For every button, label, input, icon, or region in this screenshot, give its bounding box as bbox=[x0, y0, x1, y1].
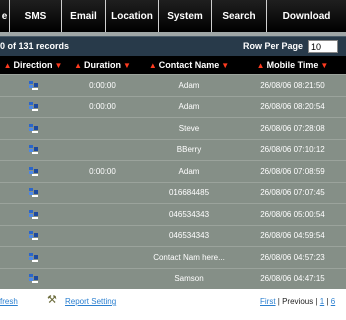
previous-label: Previous bbox=[282, 297, 314, 306]
records-bar: 0 of 131 records Row Per Page bbox=[0, 36, 346, 56]
pagination: First | Previous | 1 | 6 bbox=[260, 297, 335, 306]
nav-item-download[interactable]: Download bbox=[267, 0, 346, 32]
rows-per-page-input[interactable] bbox=[308, 40, 338, 53]
call-direction-icon[interactable] bbox=[28, 230, 39, 241]
table-row[interactable]: BBerry 26/08/06 07:10:12 bbox=[0, 138, 346, 161]
call-direction-icon[interactable] bbox=[28, 123, 39, 134]
column-contact-name-label: Contact Name bbox=[158, 60, 220, 70]
duration-cell bbox=[66, 226, 139, 246]
mobile-time-cell: 26/08/06 04:57:23 bbox=[260, 252, 325, 262]
duration-cell: 0:00:00 bbox=[89, 166, 116, 176]
mobile-time-cell: 26/08/06 04:47:15 bbox=[260, 274, 325, 283]
call-direction-icon[interactable] bbox=[28, 166, 39, 177]
column-direction[interactable]: ▲ Direction ▼ bbox=[0, 56, 66, 74]
nav-item-location[interactable]: Location bbox=[106, 0, 159, 32]
mobile-time-cell: 26/08/06 07:28:08 bbox=[260, 123, 325, 133]
direction-cell bbox=[0, 183, 66, 203]
nav-item-sms[interactable]: SMS bbox=[10, 0, 62, 32]
call-direction-icon[interactable] bbox=[28, 187, 39, 198]
table-row[interactable]: Samson 26/08/06 04:47:15 bbox=[0, 267, 346, 290]
column-mobile-time[interactable]: ▲ Mobile Time ▼ bbox=[239, 56, 346, 74]
call-direction-icon[interactable] bbox=[28, 209, 39, 220]
sort-up-icon[interactable]: ▲ bbox=[257, 61, 265, 70]
nav-item-search[interactable]: Search bbox=[212, 0, 267, 32]
contact-name-cell: Adam bbox=[178, 166, 200, 176]
contact-name-cell: Adam bbox=[178, 102, 200, 111]
duration-cell bbox=[66, 118, 139, 138]
report-setting-link[interactable]: Report Setting bbox=[65, 297, 116, 306]
duration-cell bbox=[66, 140, 139, 160]
direction-cell bbox=[0, 140, 66, 160]
nav-item-truncated[interactable]: e bbox=[0, 0, 10, 32]
contact-name-cell: 016684485 bbox=[168, 188, 210, 197]
contact-name-cell: 046534343 bbox=[168, 209, 210, 219]
direction-cell bbox=[0, 204, 66, 224]
call-direction-icon[interactable] bbox=[28, 101, 39, 112]
call-direction-icon[interactable] bbox=[28, 80, 39, 91]
nav-item-system[interactable]: System bbox=[159, 0, 212, 32]
mobile-time-cell: 26/08/06 05:00:54 bbox=[260, 209, 325, 219]
first-page-link[interactable]: First bbox=[260, 297, 276, 306]
table-row[interactable]: Contact Nam here... 26/08/06 04:57:23 bbox=[0, 246, 346, 268]
call-log-table: 0:00:00 Adam 26/08/06 08:21:50 0:00:00 A… bbox=[0, 74, 346, 289]
records-summary: 0 of 131 records bbox=[0, 41, 70, 51]
column-duration-label: Duration bbox=[84, 60, 121, 70]
nav-item-email[interactable]: Email bbox=[62, 0, 106, 32]
mobile-time-cell: 26/08/06 04:59:54 bbox=[260, 231, 325, 240]
column-direction-label: Direction bbox=[13, 60, 53, 70]
direction-cell bbox=[0, 247, 66, 267]
sort-down-icon[interactable]: ▼ bbox=[221, 61, 229, 70]
contact-name-cell: Steve bbox=[178, 123, 200, 133]
duration-cell bbox=[66, 247, 139, 267]
duration-cell bbox=[66, 204, 139, 224]
direction-cell bbox=[0, 269, 66, 289]
contact-name-cell: Adam bbox=[178, 80, 200, 90]
direction-cell bbox=[0, 75, 66, 95]
duration-cell bbox=[66, 183, 139, 203]
table-row[interactable]: 0:00:00 Adam 26/08/06 08:20:54 bbox=[0, 95, 346, 118]
contact-name-cell: Samson bbox=[174, 274, 204, 283]
rows-per-page-label: Row Per Page bbox=[243, 41, 304, 51]
table-row[interactable]: 046534343 26/08/06 04:59:54 bbox=[0, 224, 346, 247]
mobile-time-cell: 26/08/06 07:07:45 bbox=[260, 188, 325, 197]
column-contact-name[interactable]: ▲ Contact Name ▼ bbox=[139, 56, 239, 74]
call-direction-icon[interactable] bbox=[28, 252, 39, 263]
direction-cell bbox=[0, 161, 66, 181]
sort-down-icon[interactable]: ▼ bbox=[123, 61, 131, 70]
sort-up-icon[interactable]: ▲ bbox=[4, 61, 12, 70]
column-duration[interactable]: ▲ Duration ▼ bbox=[66, 56, 139, 74]
refresh-link[interactable]: fresh bbox=[0, 297, 18, 306]
mobile-time-cell: 26/08/06 07:10:12 bbox=[260, 145, 325, 154]
column-mobile-time-label: Mobile Time bbox=[266, 60, 319, 70]
mobile-time-cell: 26/08/06 08:20:54 bbox=[260, 102, 325, 111]
call-direction-icon[interactable] bbox=[28, 144, 39, 155]
table-footer: fresh ⚒ Report Setting First | Previous … bbox=[0, 289, 346, 320]
contact-name-cell: BBerry bbox=[176, 145, 202, 154]
page-link[interactable]: 6 bbox=[331, 297, 335, 306]
direction-cell bbox=[0, 226, 66, 246]
sort-up-icon[interactable]: ▲ bbox=[149, 61, 157, 70]
duration-cell bbox=[66, 269, 139, 289]
table-row[interactable]: 0:00:00 Adam 26/08/06 07:08:59 bbox=[0, 160, 346, 182]
contact-name-cell: Contact Nam here... bbox=[153, 252, 225, 262]
duration-cell: 0:00:00 bbox=[89, 102, 116, 111]
direction-cell bbox=[0, 97, 66, 117]
call-direction-icon[interactable] bbox=[28, 273, 39, 284]
mobile-time-cell: 26/08/06 08:21:50 bbox=[260, 80, 325, 90]
table-row[interactable]: 0:00:00 Adam 26/08/06 08:21:50 bbox=[0, 74, 346, 96]
tools-icon[interactable]: ⚒ bbox=[47, 293, 57, 306]
direction-cell bbox=[0, 118, 66, 138]
top-navbar: e SMS Email Location System Search Downl… bbox=[0, 0, 346, 32]
table-row[interactable]: 016684485 26/08/06 07:07:45 bbox=[0, 181, 346, 204]
sort-up-icon[interactable]: ▲ bbox=[74, 61, 82, 70]
mobile-time-cell: 26/08/06 07:08:59 bbox=[260, 166, 325, 176]
duration-cell: 0:00:00 bbox=[89, 80, 116, 90]
table-header: ▲ Direction ▼ ▲ Duration ▼ ▲ Contact Nam… bbox=[0, 56, 346, 74]
contact-name-cell: 046534343 bbox=[168, 231, 210, 240]
table-row[interactable]: 046534343 26/08/06 05:00:54 bbox=[0, 203, 346, 225]
sort-down-icon[interactable]: ▼ bbox=[55, 61, 63, 70]
table-row[interactable]: Steve 26/08/06 07:28:08 bbox=[0, 117, 346, 139]
sort-down-icon[interactable]: ▼ bbox=[320, 61, 328, 70]
